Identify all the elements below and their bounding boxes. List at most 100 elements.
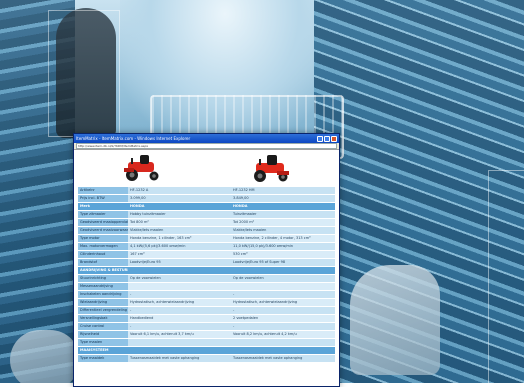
product-a-value: 3.099,00 [128, 194, 231, 203]
table-row: Geadviseerd maaioppervlakte Tot 800 m² Tot… [78, 218, 335, 227]
product-a-value [128, 282, 231, 291]
hand-figure-left [10, 330, 80, 383]
product-a-value: Honda benzine, 1 cilinder, 163 cm³ [128, 234, 231, 243]
row-label: Inschakelen aandrijving [78, 290, 128, 299]
table-row: AANDRIJVING & BESTURING [78, 266, 335, 275]
row-label: Artikelnr [78, 187, 128, 195]
product-a-value: - [128, 306, 231, 315]
browser-window: ItemMatrix - ItemMatrix.com - Windows In… [73, 133, 340, 387]
product-a-value: Tussenasmaaidek met vaste ophanging [128, 354, 231, 363]
product-a-value: Vooruit 6,1 km/u, achteruit 3,7 km/u [128, 330, 231, 339]
product-a-value: Vlakke/Iets maaien [128, 226, 231, 235]
product-b-value [231, 282, 335, 291]
row-label: Cilinderinhoud [78, 250, 128, 259]
product-b-value: Tuinzitmaaier [231, 210, 335, 219]
table-row: Rijsnelheid Vooruit 6,1 km/u, achteruit 3… [78, 330, 335, 339]
product-b-value: Tussenasmaaidek met vaste ophanging [231, 354, 335, 363]
product-a-value [128, 338, 231, 347]
riding-mower-image[interactable] [246, 151, 295, 184]
table-row: Type maaidek Tussenasmaaidek met vaste op… [78, 354, 335, 363]
product-b-value: HONDA [231, 202, 335, 211]
product-b-value: Op de voorwielen [231, 274, 335, 283]
row-label: Rijsnelheid [78, 330, 128, 339]
product-b-value: - [231, 290, 335, 299]
riding-mower-image[interactable] [118, 151, 167, 184]
product-b-value: Vooruit 8,2 km/u, achteruit 4,2 km/u [231, 330, 335, 339]
product-b-value: - [231, 322, 335, 331]
product-b-value: 3.849,00 [231, 194, 335, 203]
row-label: Merk [78, 202, 128, 211]
url-field[interactable]: http://www.item-db.nl/k/?KDM/ItemMatrix.… [76, 143, 337, 149]
product-a-value: Hobby tuinzitmaaier [128, 210, 231, 219]
row-label: Geadviseerd maaivoorwaarden [78, 226, 128, 235]
product-b-value: Vlakke/Iets maaien [231, 226, 335, 235]
product-image-cell [78, 151, 207, 184]
table-row: Type zitmaaier Hobby tuinzitmaaier Tuinzit… [78, 210, 335, 219]
title-bar: ItemMatrix - ItemMatrix.com - Windows In… [74, 134, 339, 143]
table-row: Merk HONDA HONDA [78, 202, 335, 211]
product-b-value: Loodvrije/Euro 95 of Super 98 [231, 258, 335, 267]
close-button[interactable] [331, 135, 337, 142]
table-row: Cilinderinhoud 167 cm³ 530 cm³ [78, 250, 335, 259]
row-label: MAAISYSTEEM [78, 346, 128, 355]
product-b-value: - [231, 306, 335, 315]
product-a-value: Hydrostatisch, achterwielaandrijving [128, 298, 231, 307]
maximize-button[interactable] [324, 135, 330, 142]
table-row: Differentieel vergrendeling - - [78, 306, 335, 315]
product-a-value: HONDA [128, 202, 231, 211]
product-b-value: 11,0 kW/(15,0 pk)/3.600 omw/min [231, 242, 335, 251]
product-a-value: Handbediend [128, 314, 231, 323]
table-row: Wielaandrijving Hydrostatisch, achterwiel… [78, 298, 335, 307]
product-b-value: 2 voetpedalen [231, 314, 335, 323]
row-label: Differentieel vergrendeling [78, 306, 128, 315]
product-b-value [231, 338, 335, 347]
product-images [78, 151, 335, 184]
comparison-table: Artikelnr HF-1232 A HF-1232 HM Prijs incl. … [78, 187, 335, 363]
product-b-value: HF-1232 HM [231, 187, 335, 195]
product-a-value: Tot 800 m² [128, 218, 231, 227]
product-b-value: 530 cm³ [231, 250, 335, 259]
row-label: Type zitmaaier [78, 210, 128, 219]
product-a-value: Op de voorwielen [128, 274, 231, 283]
product-a-value: HF-1232 A [128, 187, 231, 195]
row-label: Geadviseerd maaioppervlakte [78, 218, 128, 227]
product-b-value: Tot 2000 m² [231, 218, 335, 227]
row-label: Versnellingsbak [78, 314, 128, 323]
row-label: Prijs incl. BTW [78, 194, 128, 203]
row-label: Type maaien [78, 338, 128, 347]
product-a-value: 4,1 kW/(5,6 pk)/3.600 omw/min [128, 242, 231, 251]
row-label: Stuurinrichting [78, 274, 128, 283]
table-row: Geadviseerd maaivoorwaardenVlakke/Iets m… [78, 226, 335, 235]
table-row: Versnellingsbak Handbediend 2 voetpedalen [78, 314, 335, 323]
table-row: Artikelnr HF-1232 A HF-1232 HM [78, 187, 335, 195]
product-a-value [128, 346, 231, 355]
row-label: Type maaidek [78, 354, 128, 363]
minimize-button[interactable] [317, 135, 323, 142]
product-b-value [231, 346, 335, 355]
product-a-value: - [128, 290, 231, 299]
table-row: Max. motorvermogen 4,1 kW/(5,6 pk)/3.600 … [78, 242, 335, 251]
table-row: Brandstof Loodvrije/Euro 95 Loodvrije/Euro… [78, 258, 335, 267]
table-row: Type maaien [78, 338, 335, 347]
table-row: Messenaandrijving [78, 282, 335, 291]
address-bar: http://www.item-db.nl/k/?KDM/ItemMatrix.… [74, 143, 339, 150]
product-a-value [128, 266, 231, 275]
table-row: Stuurinrichting Op de voorwielen Op de voo… [78, 274, 335, 283]
product-a-value: 167 cm³ [128, 250, 231, 259]
row-label: Wielaandrijving [78, 298, 128, 307]
row-label: Max. motorvermogen [78, 242, 128, 251]
window-title: ItemMatrix - ItemMatrix.com - Windows In… [76, 136, 191, 141]
table-row: MAAISYSTEEM [78, 346, 335, 355]
table-row: Prijs incl. BTW 3.099,00 3.849,00 [78, 194, 335, 203]
row-label: Messenaandrijving [78, 282, 128, 291]
product-a-value: Loodvrije/Euro 95 [128, 258, 231, 267]
product-image-cell [207, 151, 336, 184]
table-row: Cruise control - - [78, 322, 335, 331]
product-b-value: Hydrostatisch, achterwielaandrijving [231, 298, 335, 307]
row-label: Cruise control [78, 322, 128, 331]
hand-figure [350, 265, 440, 375]
product-b-value: Honda benzine, 2 cilinder, 4 motor, 313 … [231, 234, 335, 243]
product-b-value [231, 266, 335, 275]
table-row: Type motor Honda benzine, 1 cilinder, 163… [78, 234, 335, 243]
table-row: Inschakelen aandrijving - - [78, 290, 335, 299]
